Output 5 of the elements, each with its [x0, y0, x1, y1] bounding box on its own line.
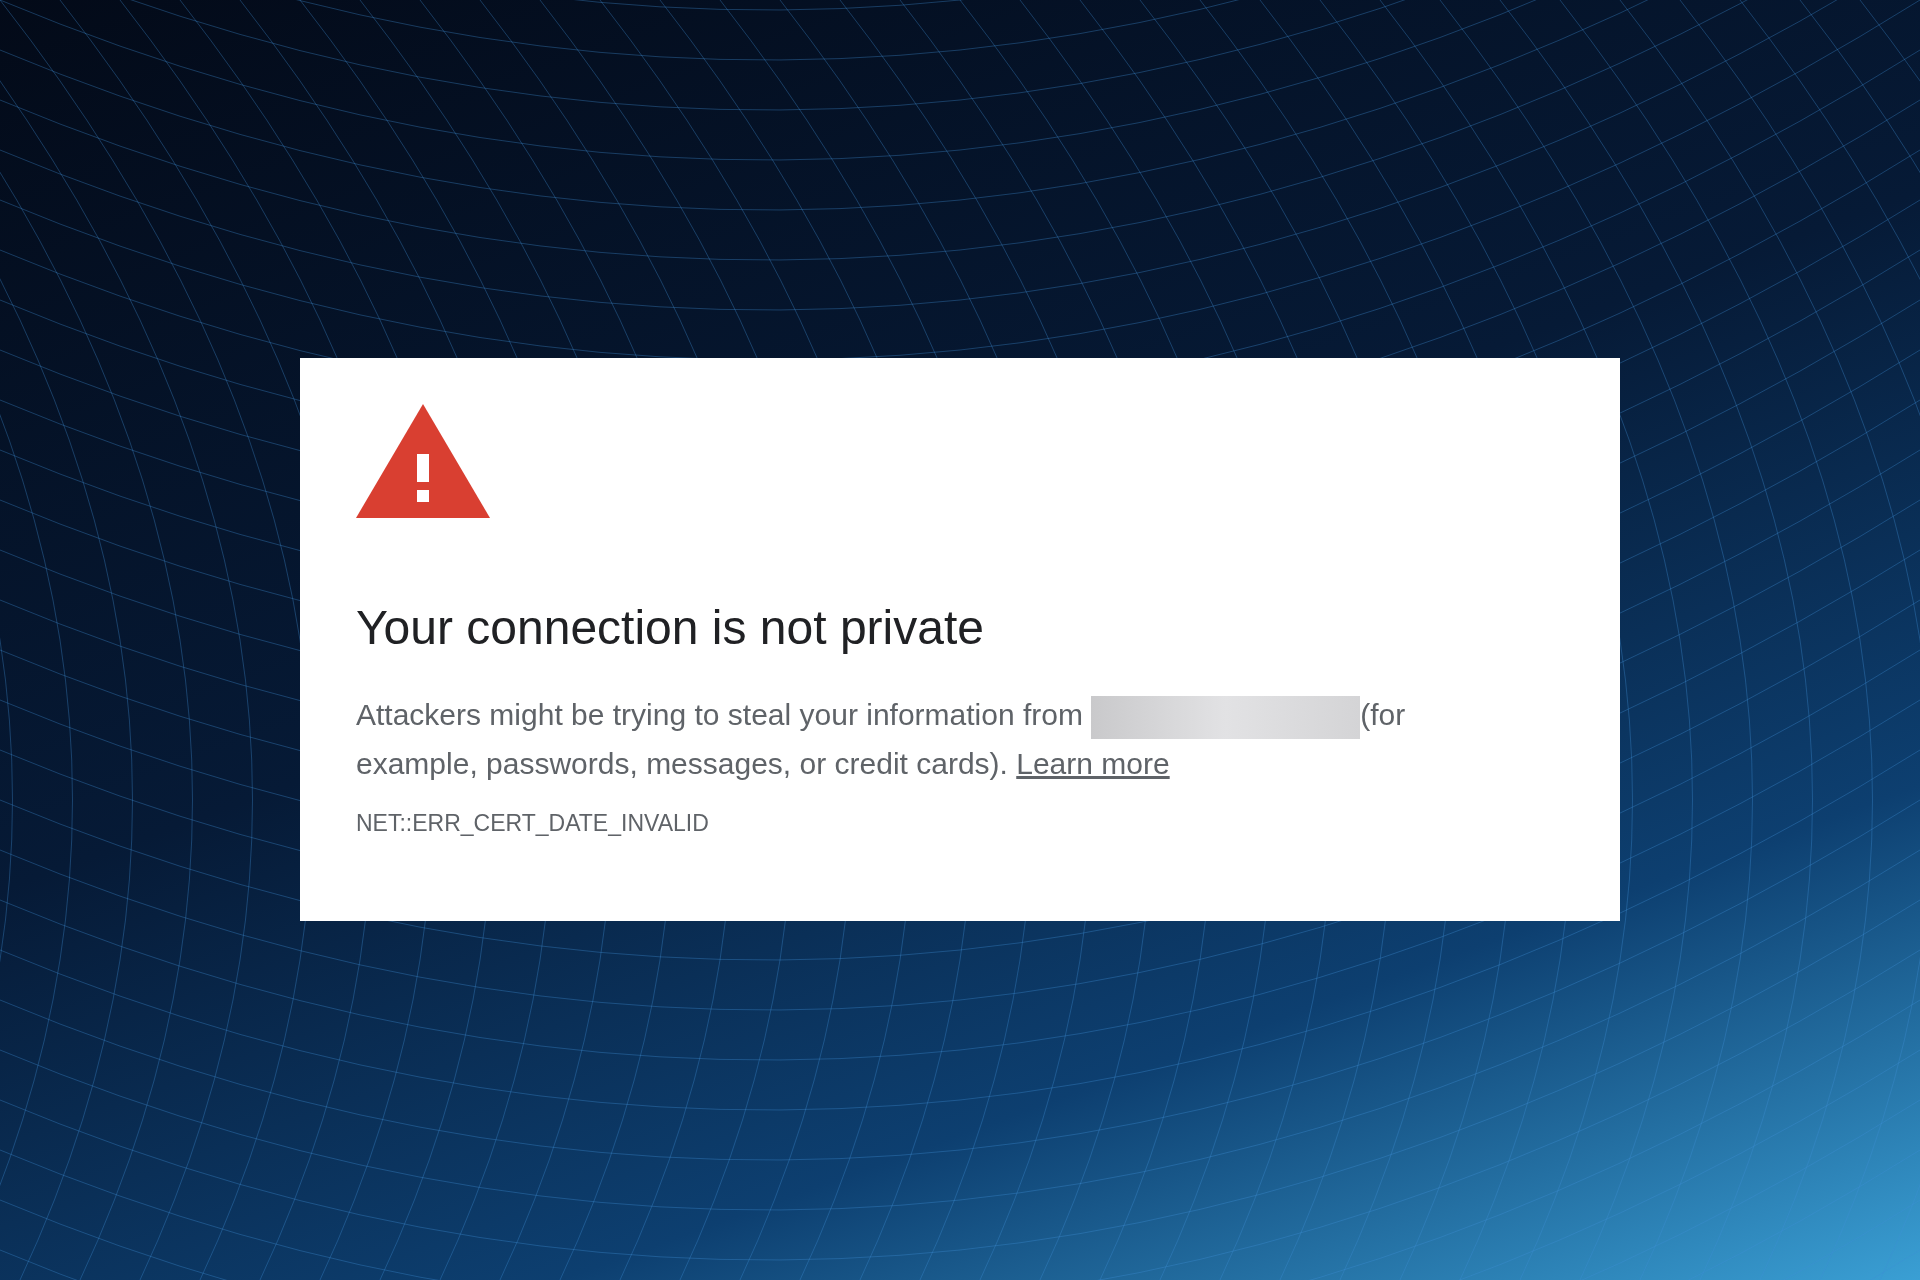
error-code: NET::ERR_CERT_DATE_INVALID: [356, 809, 709, 838]
warning-message: Attackers might be trying to steal your information from (for example, passwords, messages, or credit cards). Learn more: [356, 690, 1466, 788]
warning-icon: [356, 404, 490, 518]
learn-more-link[interactable]: Learn more: [1016, 747, 1170, 780]
page-heading: Your connection is not private: [356, 600, 984, 656]
